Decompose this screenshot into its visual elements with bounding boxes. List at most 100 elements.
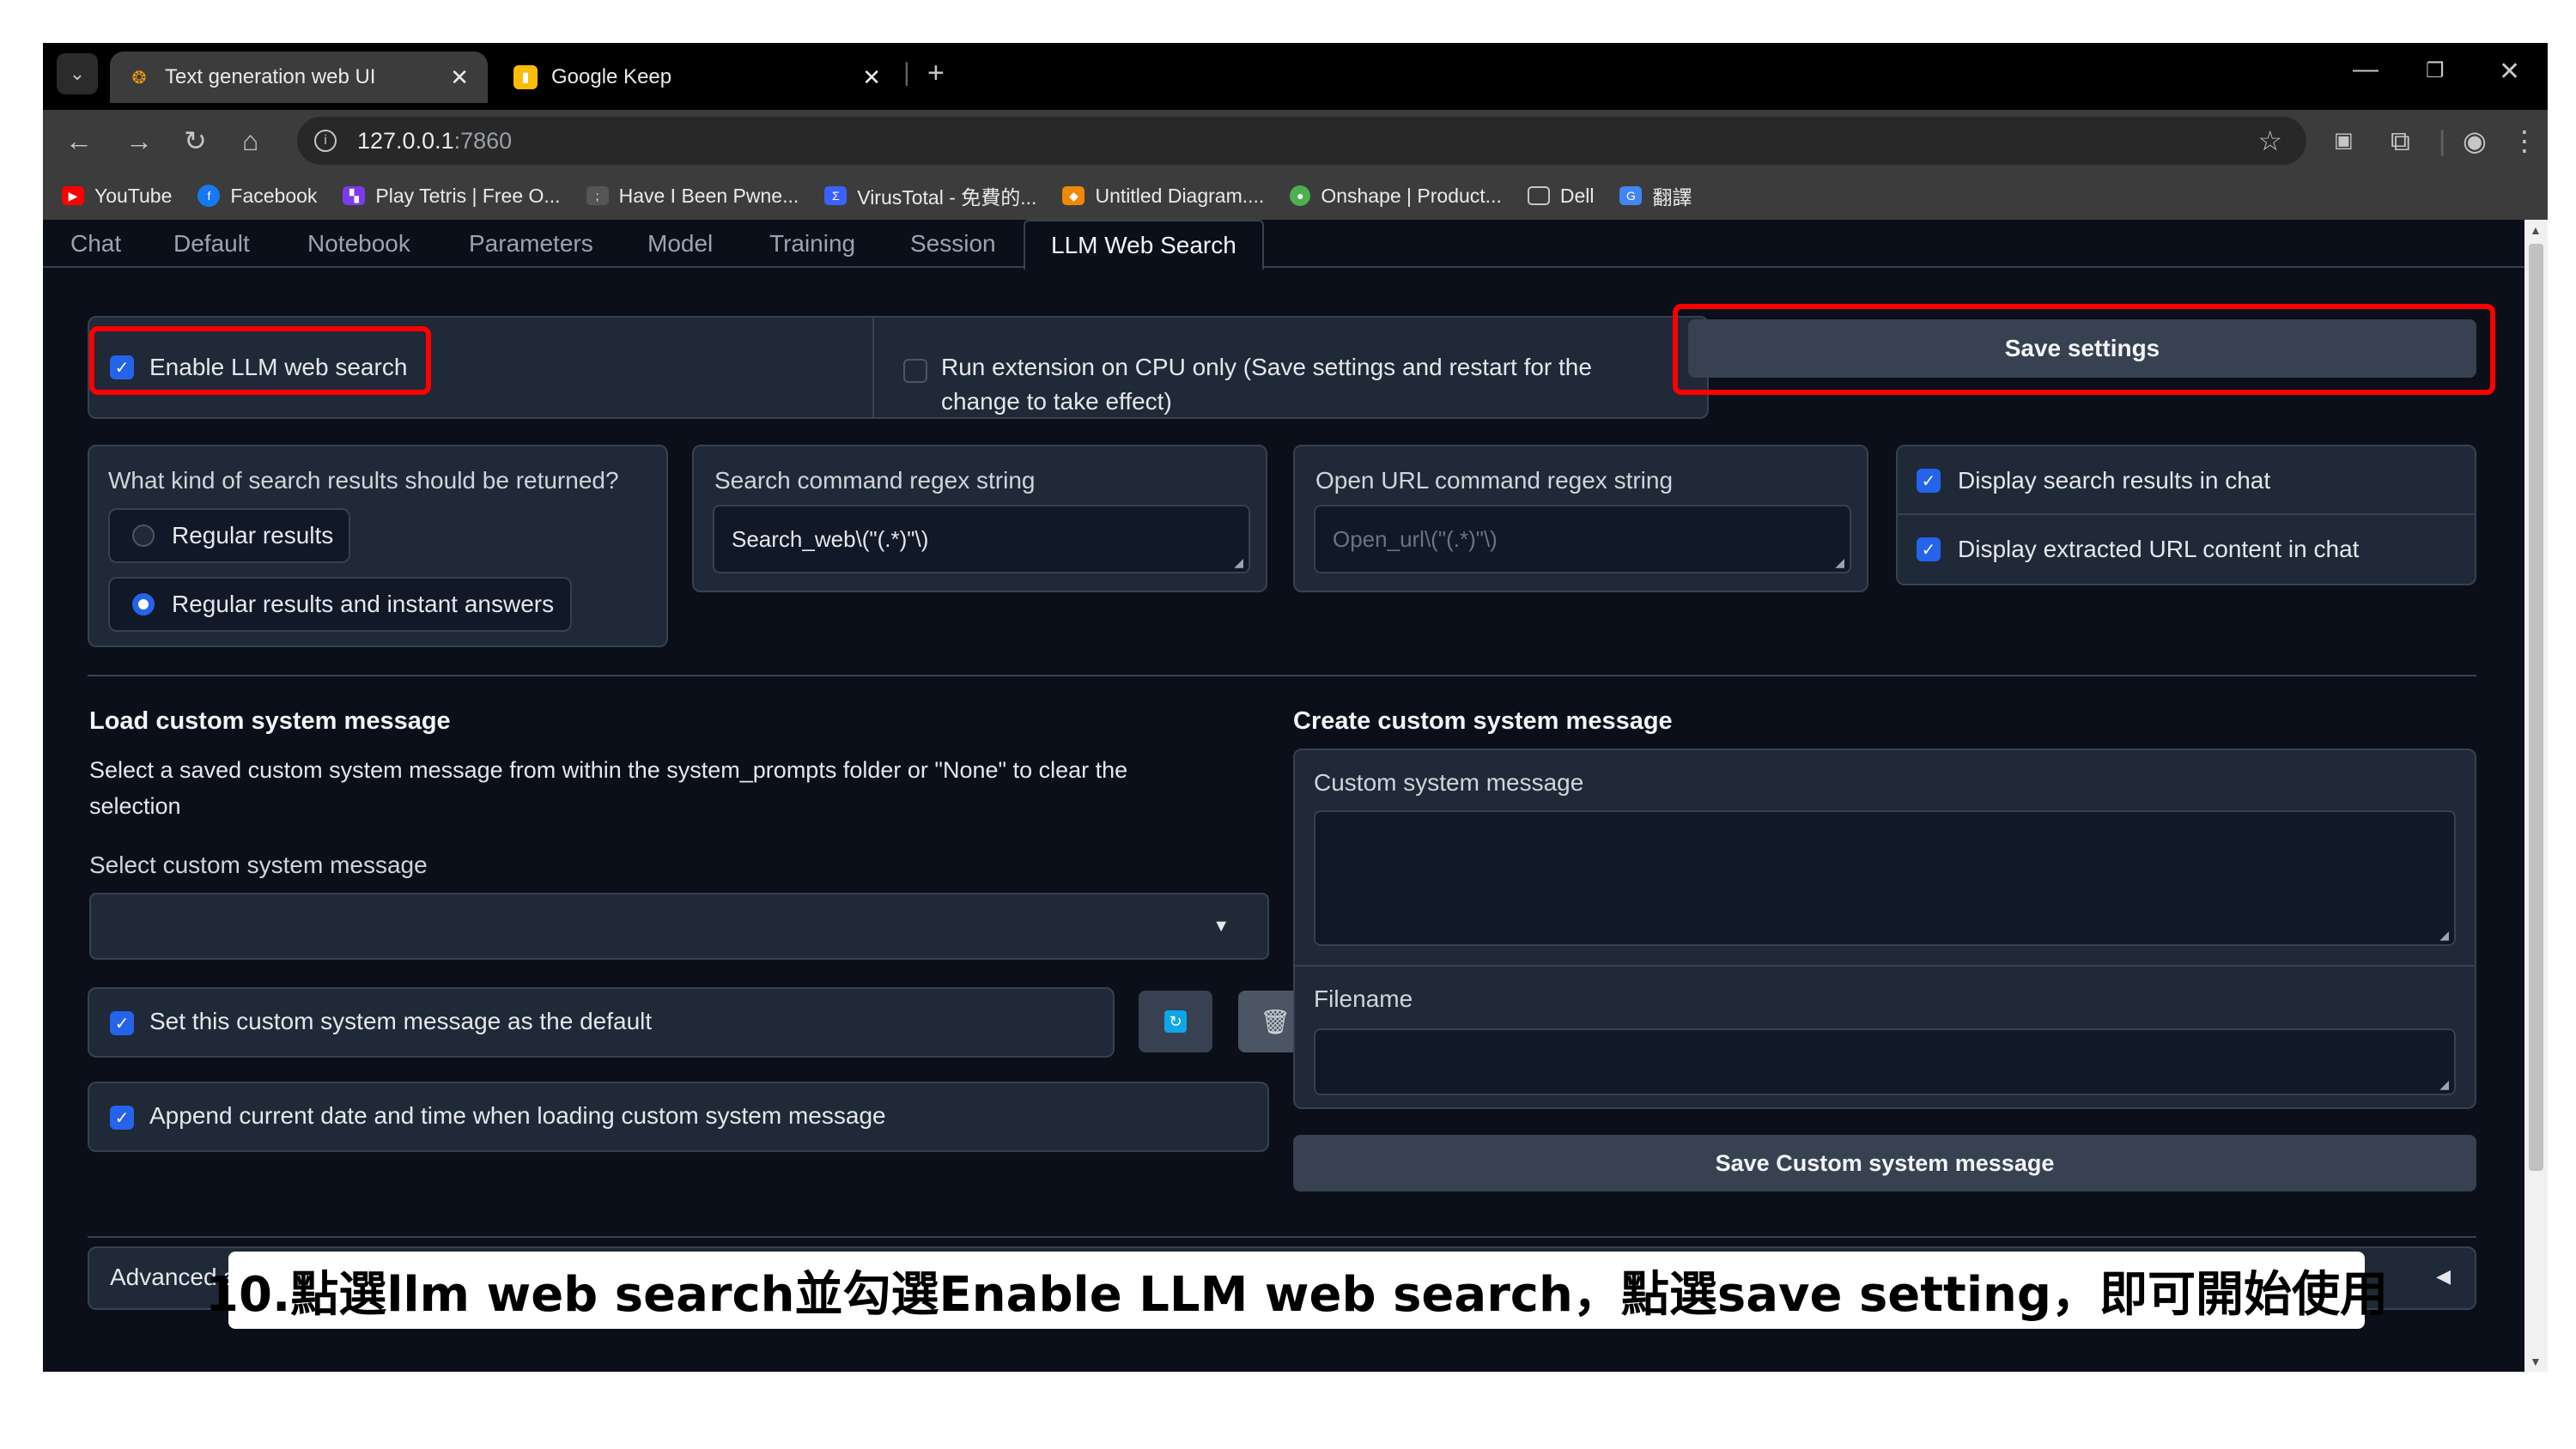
tab-notebook[interactable]: Notebook xyxy=(307,230,410,258)
keep-favicon-icon: ▮ xyxy=(513,65,538,89)
panel-divider xyxy=(872,318,874,417)
extensions-puzzle-icon[interactable]: ⧉ xyxy=(2391,125,2410,156)
tab-text-generation[interactable]: ❂ Text generation web UI ✕ xyxy=(110,52,488,103)
address-bar[interactable]: i 127.0.0.1:7860 ☆ xyxy=(297,117,2306,165)
browser-toolbar: ← → ↻ ⌂ i 127.0.0.1:7860 ☆ ▣ ⧉ | ◉ ⋮ xyxy=(43,110,2548,172)
reload-icon[interactable]: ↻ xyxy=(184,125,207,156)
refresh-button[interactable]: ↻ xyxy=(1139,991,1212,1052)
tab-title: Google Keep xyxy=(551,65,672,88)
tab-default[interactable]: Default xyxy=(173,230,250,258)
radio-button-selected[interactable] xyxy=(132,593,155,615)
panel-divider xyxy=(1295,965,2475,967)
panel-divider xyxy=(1898,513,2475,515)
display-results-checkbox[interactable]: ✓ xyxy=(1917,469,1941,493)
bookmark-label: Facebook xyxy=(230,184,318,207)
resize-grip-icon[interactable]: ◢ xyxy=(2439,1077,2449,1092)
open-url-label: Open URL command regex string xyxy=(1315,467,1674,494)
tab-search-icon[interactable]: ⌄ xyxy=(57,53,98,94)
tab-training[interactable]: Training xyxy=(769,230,855,258)
bookmark-star-icon[interactable]: ☆ xyxy=(2257,124,2282,157)
display-url-checkbox[interactable]: ✓ xyxy=(1917,537,1941,561)
youtube-icon: ▶ xyxy=(62,186,84,205)
display-options-panel xyxy=(1896,445,2476,585)
restore-icon[interactable]: ❐ xyxy=(2426,58,2445,83)
tetris-icon: ▚ xyxy=(343,186,366,205)
close-window-icon[interactable]: ✕ xyxy=(2499,57,2520,87)
custom-message-textarea[interactable]: ◢ xyxy=(1314,810,2456,946)
trash-icon: 🗑 xyxy=(1260,1008,1291,1035)
custom-message-dropdown[interactable]: ▼ xyxy=(89,893,1269,960)
tab-llm-web-search[interactable]: LLM Web Search xyxy=(1024,220,1264,270)
bookmark-virustotal[interactable]: Σ VirusTotal - 免費的... xyxy=(824,181,1036,210)
radio-instant-answers[interactable]: Regular results and instant answers xyxy=(108,577,572,632)
open-url-placeholder: Open_url\("(.*)"\) xyxy=(1333,525,1498,552)
tab-session[interactable]: Session xyxy=(910,230,996,258)
tab-google-keep[interactable]: ▮ Google Keep ✕ xyxy=(496,52,900,103)
minimize-icon[interactable]: — xyxy=(2353,55,2379,84)
drawio-icon: ◆ xyxy=(1062,186,1085,205)
bookmark-tetris[interactable]: ▚ Play Tetris | Free O... xyxy=(343,185,561,208)
scroll-down-icon[interactable]: ▼ xyxy=(2530,1355,2542,1368)
tab-divider: | xyxy=(903,58,910,87)
set-default-checkbox[interactable]: ✓ xyxy=(110,1011,134,1035)
bookmark-drawio[interactable]: ◆ Untitled Diagram.... xyxy=(1062,185,1264,208)
forward-icon[interactable]: → xyxy=(125,125,153,156)
browser-window: ⌄ ❂ Text generation web UI ✕ ▮ Google Ke… xyxy=(43,43,2548,1372)
close-tab-icon[interactable]: ✕ xyxy=(450,64,469,91)
profile-avatar-icon[interactable]: ◉ xyxy=(2463,125,2487,156)
bookmark-onshape[interactable]: ● Onshape | Product... xyxy=(1290,185,1502,208)
bookmark-translate[interactable]: G 翻譯 xyxy=(1619,181,1692,210)
site-info-icon[interactable]: i xyxy=(314,130,337,152)
open-url-input[interactable]: Open_url\("(.*)"\) ◢ xyxy=(1314,505,1851,573)
highlight-enable xyxy=(89,326,431,395)
search-regex-input[interactable]: Search_web\("(.*)"\) ◢ xyxy=(713,505,1250,573)
append-datetime-checkbox[interactable]: ✓ xyxy=(110,1106,134,1130)
section-divider xyxy=(88,675,2476,676)
page-scrollbar[interactable]: ▲ ▼ xyxy=(2524,220,2548,1372)
refresh-icon: ↻ xyxy=(1164,1010,1187,1033)
display-url-label: Display extracted URL content in chat xyxy=(1958,536,2360,562)
home-icon[interactable]: ⌂ xyxy=(242,125,258,156)
radio-regular-results[interactable]: Regular results xyxy=(108,508,350,563)
save-custom-message-button[interactable]: Save Custom system message xyxy=(1293,1135,2476,1191)
cpu-only-checkbox[interactable] xyxy=(903,359,927,383)
tab-title: Text generation web UI xyxy=(165,65,376,88)
filename-label: Filename xyxy=(1314,985,1413,1012)
dropdown-arrow-icon[interactable]: ▼ xyxy=(1212,917,1230,937)
bookmark-dell[interactable]: Dell xyxy=(1527,185,1594,208)
search-kind-label: What kind of search results should be re… xyxy=(108,467,619,494)
toolbar-divider: | xyxy=(2439,125,2446,156)
extension-icon[interactable]: ▣ xyxy=(2334,125,2354,156)
menu-kebab-icon[interactable]: ⋮ xyxy=(2511,125,2538,156)
radio-button[interactable] xyxy=(132,524,155,547)
back-icon[interactable]: ← xyxy=(65,125,93,156)
tab-model[interactable]: Model xyxy=(647,230,713,258)
cpu-only-label-line1: Run extension on CPU only (Save settings… xyxy=(941,354,1592,380)
tab-parameters[interactable]: Parameters xyxy=(469,230,593,258)
hibp-icon: ; xyxy=(586,186,609,205)
scroll-thumb[interactable] xyxy=(2529,244,2543,1171)
display-results-label: Display search results in chat xyxy=(1958,467,2271,494)
resize-grip-icon[interactable]: ◢ xyxy=(1835,555,1844,570)
set-default-label: Set this custom system message as the de… xyxy=(149,1008,653,1034)
tab-chat[interactable]: Chat xyxy=(70,230,121,258)
bookmarks-bar: ▶ YouTube f Facebook ▚ Play Tetris | Free O… xyxy=(43,172,2548,220)
folder-icon xyxy=(1527,186,1550,205)
bookmark-facebook[interactable]: f Facebook xyxy=(197,185,317,208)
resize-grip-icon[interactable]: ◢ xyxy=(1234,555,1243,570)
create-heading: Create custom system message xyxy=(1293,707,1673,735)
bookmark-youtube[interactable]: ▶ YouTube xyxy=(62,185,172,208)
scroll-up-icon[interactable]: ▲ xyxy=(2530,223,2542,237)
facebook-icon: f xyxy=(197,185,221,207)
highlight-save-settings xyxy=(1673,304,2495,395)
accordion-arrow-icon[interactable]: ◀ xyxy=(2436,1265,2451,1288)
append-datetime-label: Append current date and time when loadin… xyxy=(149,1102,886,1129)
new-tab-icon[interactable]: + xyxy=(927,57,945,90)
bookmark-hibp[interactable]: ; Have I Been Pwne... xyxy=(586,185,799,208)
close-tab-icon[interactable]: ✕ xyxy=(862,64,881,91)
translate-icon: G xyxy=(1619,186,1643,205)
resize-grip-icon[interactable]: ◢ xyxy=(2439,928,2449,943)
instruction-caption: 10.點選llm web search並勾選Enable LLM web sea… xyxy=(205,1252,2388,1329)
load-description-line1: Select a saved custom system message fro… xyxy=(89,757,1128,783)
filename-input[interactable]: ◢ xyxy=(1314,1028,2456,1095)
